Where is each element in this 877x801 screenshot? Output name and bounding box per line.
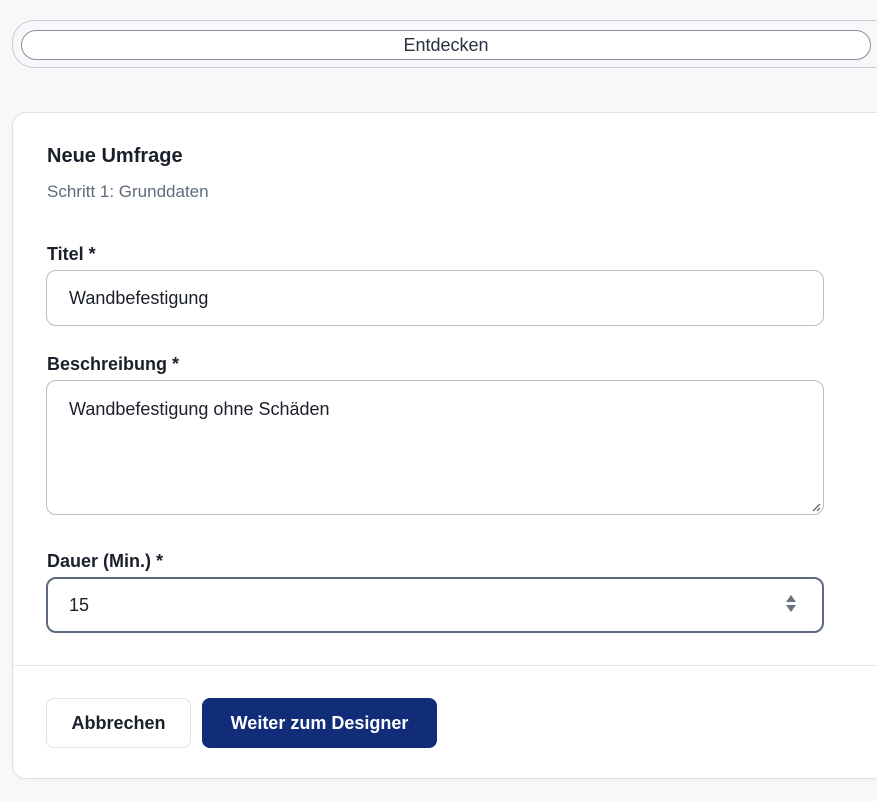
- title-label: Titel *: [47, 244, 96, 264]
- resize-handle-icon[interactable]: [809, 500, 821, 512]
- stepper-up-icon[interactable]: [786, 595, 796, 602]
- description-value: Wandbefestigung ohne Schäden: [69, 399, 330, 419]
- duration-label: Dauer (Min.) *: [47, 551, 164, 571]
- card-title: Neue Umfrage: [47, 145, 183, 167]
- stepper-down-icon[interactable]: [786, 605, 796, 612]
- new-survey-card: Neue Umfrage Schritt 1: Grunddaten Titel…: [12, 112, 877, 779]
- footer-divider: [13, 665, 877, 666]
- duration-value: 15: [69, 594, 90, 615]
- cancel-button[interactable]: Abbrechen: [46, 698, 191, 748]
- step-subtitle: Schritt 1: Grunddaten: [47, 182, 209, 201]
- description-textarea[interactable]: Wandbefestigung ohne Schäden: [46, 380, 824, 515]
- top-nav-bar: Entdecken: [12, 20, 877, 68]
- next-to-designer-button[interactable]: Weiter zum Designer: [202, 698, 437, 748]
- number-stepper[interactable]: [786, 595, 796, 612]
- duration-number-input[interactable]: 15: [46, 577, 824, 633]
- title-input[interactable]: Wandbefestigung: [46, 270, 824, 326]
- tab-entdecken[interactable]: Entdecken: [21, 30, 871, 60]
- description-label: Beschreibung *: [47, 354, 180, 374]
